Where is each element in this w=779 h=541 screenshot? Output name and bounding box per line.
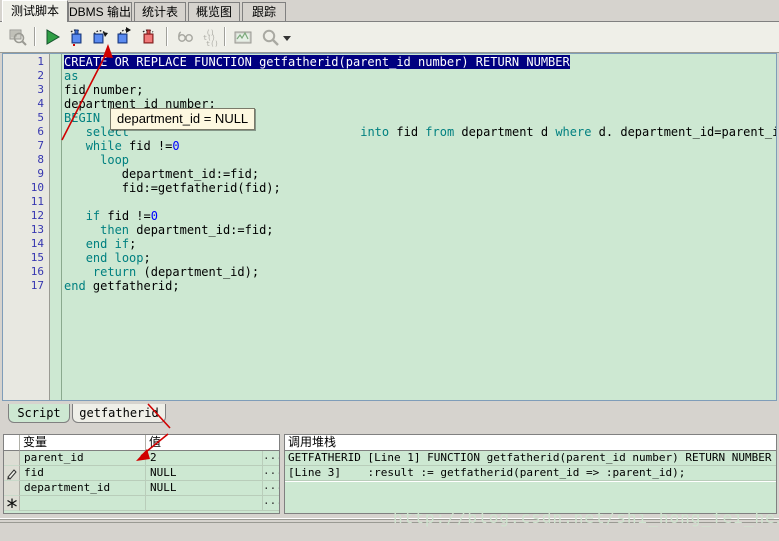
run-to-exception-icon[interactable] (136, 25, 160, 49)
active-tab-joint (3, 21, 67, 22)
chevron-down-icon[interactable] (280, 25, 294, 49)
code-line[interactable]: department_id:=fid; (64, 167, 259, 181)
find-object-icon[interactable] (6, 25, 30, 49)
variables-header-value[interactable]: 值 (146, 435, 279, 451)
line-number: 6 (4, 125, 44, 139)
run-icon[interactable] (40, 25, 64, 49)
svg-text:t(): t() (206, 40, 219, 48)
variables-row[interactable]: department_idNULL... (4, 481, 279, 496)
code-line[interactable]: while fid !=0 (64, 139, 180, 153)
code-line[interactable]: loop (64, 153, 129, 167)
tab-dbms-output[interactable]: DBMS 输出 (68, 2, 132, 21)
line-number: 4 (4, 97, 44, 111)
toolbar-separator-1 (34, 27, 36, 46)
line-number: 15 (4, 251, 44, 265)
row-edit-pencil-icon (4, 466, 20, 481)
tab-trace[interactable]: 跟踪 (242, 2, 286, 21)
code-line[interactable]: if fid !=0 (64, 209, 158, 223)
line-number: 2 (4, 69, 44, 83)
call-stack-row[interactable]: GETFATHERID [Line 1] FUNCTION getfatheri… (285, 451, 776, 466)
code-line[interactable]: end getfatherid; (64, 279, 180, 293)
variable-value-cell[interactable]: NULL (146, 466, 263, 481)
toolbar-separator-3 (224, 27, 226, 46)
line-number: 12 (4, 209, 44, 223)
code-line[interactable]: end if; (64, 237, 136, 251)
zoom-icon[interactable] (258, 25, 282, 49)
variable-name-cell[interactable]: department_id (20, 481, 146, 496)
line-number: 11 (4, 195, 44, 209)
top-tab-strip: 测试脚本 DBMS 输出 统计表 概览图 跟踪 (0, 0, 779, 22)
variable-name-cell[interactable]: parent_id (20, 451, 146, 466)
variables-pane[interactable]: 变量 值 parent_id2...fidNULL...department_i… (3, 434, 280, 514)
variables-header-name[interactable]: 变量 (20, 435, 146, 451)
variable-name-cell[interactable] (20, 496, 146, 511)
line-number: 14 (4, 237, 44, 251)
line-number: 1 (4, 55, 44, 69)
variables-empty-area (4, 511, 279, 514)
code-line[interactable]: fid number; (64, 83, 143, 97)
toolbar-separator-2 (166, 27, 168, 46)
line-number: 8 (4, 153, 44, 167)
variable-value-cell[interactable] (146, 496, 263, 511)
variable-value-tooltip: department_id = NULL (110, 108, 255, 130)
call-stack-row[interactable]: [Line 3] :result := getfatherid(parent_i… (285, 466, 776, 481)
code-line[interactable]: BEGIN (64, 111, 100, 125)
variables-corner-header (4, 435, 20, 451)
line-number: 3 (4, 83, 44, 97)
code-line[interactable]: fid:=getfatherid(fid); (64, 181, 281, 195)
line-number: 13 (4, 223, 44, 237)
breakpoint-gutter[interactable] (51, 54, 62, 400)
watermark-text: http://blog.csdn.net/shi_hong_fei_hei (393, 508, 779, 527)
code-line[interactable]: return (department_id); (64, 265, 259, 279)
step-over-icon[interactable] (88, 25, 112, 49)
call-stack-icon[interactable]: () t() t() (198, 25, 222, 49)
code-line[interactable]: as (64, 69, 78, 83)
tab-getfatherid[interactable]: getfatherid (72, 404, 166, 423)
row-marker (4, 451, 20, 466)
tab-script[interactable]: Script (8, 404, 70, 423)
code-line[interactable]: then department_id:=fid; (64, 223, 274, 237)
variables-row[interactable]: ... (4, 496, 279, 511)
line-number: 9 (4, 167, 44, 181)
line-number: 10 (4, 181, 44, 195)
variable-value-cell[interactable]: NULL (146, 481, 263, 496)
tab-overview[interactable]: 概览图 (188, 2, 240, 21)
row-new-asterisk-icon (4, 496, 20, 511)
code-editor[interactable]: 1234567891011121314151617 CREATE OR REPL… (2, 53, 777, 401)
line-number: 7 (4, 139, 44, 153)
call-stack-title: 调用堆栈 (285, 435, 776, 451)
line-number: 16 (4, 265, 44, 279)
tab-test-script[interactable]: 测试脚本 (2, 0, 68, 22)
line-number-gutter: 1234567891011121314151617 (3, 54, 50, 400)
row-marker (4, 481, 20, 496)
call-stack-pane[interactable]: 调用堆栈 GETFATHERID [Line 1] FUNCTION getfa… (284, 434, 777, 514)
output-window-icon[interactable] (231, 25, 255, 49)
line-number: 5 (4, 111, 44, 125)
debug-toolbar: () t() t() (0, 22, 779, 53)
variables-row[interactable]: fidNULL... (4, 466, 279, 481)
step-out-icon[interactable] (112, 25, 136, 49)
code-line[interactable]: CREATE OR REPLACE FUNCTION getfatherid(p… (64, 55, 570, 69)
breakpoints-icon[interactable] (173, 25, 197, 49)
variable-value-ellipsis-button[interactable]: ... (263, 496, 279, 511)
variable-name-cell[interactable]: fid (20, 466, 146, 481)
editor-bottom-tabs: Script getfatherid (0, 404, 779, 426)
line-number: 17 (4, 279, 44, 293)
variables-row[interactable]: parent_id2... (4, 451, 279, 466)
variable-value-cell[interactable]: 2 (146, 451, 263, 466)
tab-statistics[interactable]: 统计表 (134, 2, 186, 21)
step-into-icon[interactable] (64, 25, 88, 49)
code-line[interactable]: end loop; (64, 251, 151, 265)
